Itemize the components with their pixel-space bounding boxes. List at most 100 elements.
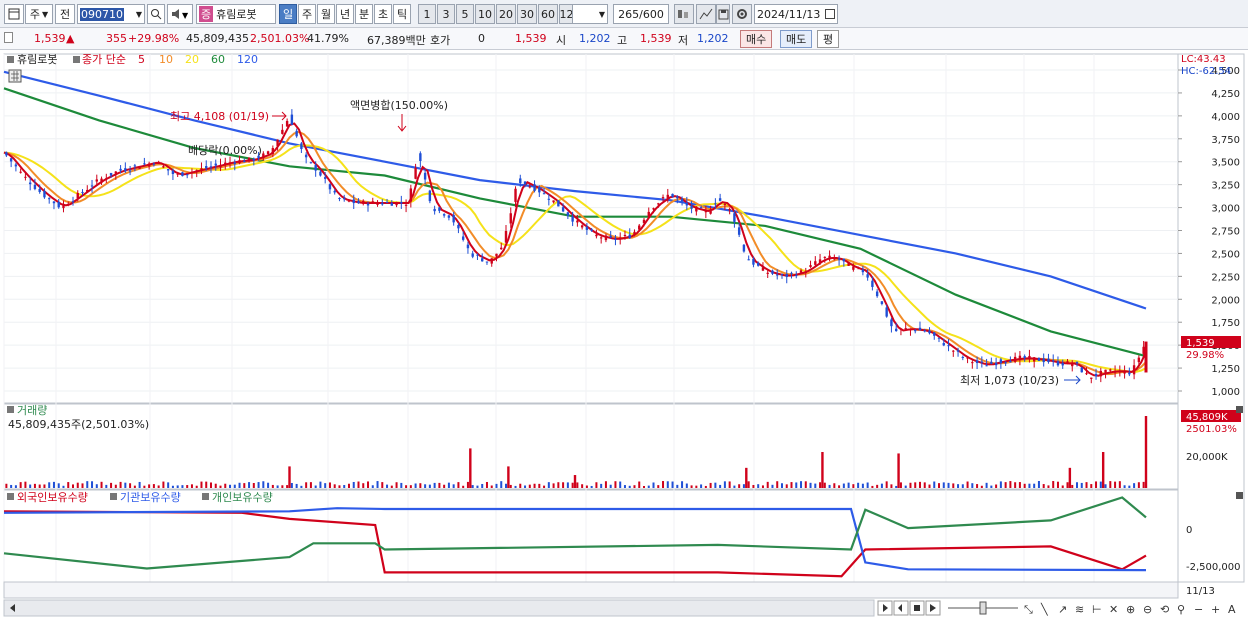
volume-bar (928, 484, 931, 488)
holding-legend-item[interactable]: 개인보유수량 (212, 491, 273, 504)
grid-toggle-icon[interactable] (8, 69, 22, 83)
draw-tool-icon[interactable] (696, 4, 716, 24)
holding-legend-item[interactable]: 기관보유수량 (120, 491, 181, 504)
volume-bar (1009, 481, 1012, 488)
interval-dropdown[interactable]: ▼ (572, 4, 608, 24)
sell-button[interactable]: 매도 (780, 30, 813, 48)
horizontal-scrollbar[interactable] (3, 599, 875, 617)
fib-tool-icon[interactable]: ≋ (1075, 603, 1084, 616)
sound-icon[interactable]: ▼ (167, 4, 193, 24)
volume-bar (167, 482, 170, 488)
stock-name-field[interactable]: 증 휴림로봇 (196, 4, 276, 24)
candle-body (433, 208, 436, 212)
interval-tab[interactable]: 60 (538, 4, 558, 24)
ma-legend-item[interactable]: 5 (138, 53, 145, 66)
prev-button[interactable]: 전 (55, 4, 75, 24)
crosshair-icon[interactable]: ⤡ (1024, 603, 1033, 616)
save-icon[interactable] (716, 4, 730, 24)
volume-bar (524, 485, 527, 488)
stock-code-input[interactable]: 090710 ▼ (77, 4, 145, 24)
search-icon[interactable]: ⚲ (1177, 603, 1185, 616)
candle-body (861, 269, 865, 273)
crosshair-icon[interactable] (674, 4, 694, 24)
period-tab[interactable]: 틱 (393, 4, 411, 24)
volume-bar (562, 482, 565, 488)
volume-bar (29, 484, 32, 488)
candle-body (24, 176, 27, 178)
period-select[interactable]: 주 ▼ (25, 4, 53, 24)
avg-button[interactable]: 평 (817, 30, 840, 48)
candle-body (961, 356, 965, 358)
zoom-slider-handle[interactable] (979, 601, 987, 615)
candle-body (728, 208, 731, 211)
volume-bar (1076, 482, 1079, 488)
hoga-value: 0 (478, 32, 485, 45)
collapse-icon[interactable] (1236, 406, 1243, 413)
collapse-icon[interactable] (1236, 492, 1243, 499)
erase-tool-icon[interactable]: ✕ (1109, 603, 1118, 616)
volume-bar (81, 483, 84, 488)
interval-tab[interactable]: 20 (496, 4, 516, 24)
candle-body (590, 229, 593, 231)
checkbox[interactable] (4, 32, 13, 43)
volume-bar (190, 484, 193, 488)
candle-body (1109, 369, 1112, 371)
hoga-price: 1,539 (515, 32, 547, 45)
ma-legend-item[interactable]: 10 (159, 53, 173, 66)
plus-icon[interactable]: + (1211, 603, 1220, 616)
measure-tool-icon[interactable]: ⊢ (1092, 603, 1102, 616)
open-label: 시 (556, 34, 567, 47)
data-count-field[interactable]: 265/600 (613, 4, 669, 24)
period-tab[interactable]: 주 (298, 4, 316, 24)
ma-legend-item[interactable]: 60 (211, 53, 225, 66)
volume-bar (638, 481, 641, 488)
candle-body (999, 359, 1003, 364)
volume-bar (1061, 485, 1064, 488)
chart-settings-icon[interactable] (4, 4, 24, 24)
search-icon[interactable] (147, 4, 165, 24)
chart-area[interactable]: 0 -2,500,000 4,500 4,250 4,000 3,750 3,500 3,2… (0, 50, 1248, 621)
candle-body (281, 129, 284, 134)
candle-body (871, 280, 874, 287)
gear-icon[interactable] (732, 4, 752, 24)
volume-bar (233, 484, 236, 488)
interval-tab[interactable]: 1 (418, 4, 436, 24)
zoom-out-icon[interactable]: ⊖ (1143, 603, 1152, 616)
candle-body (1104, 369, 1107, 373)
volume-bar (576, 482, 579, 488)
interval-tab[interactable]: 3 (437, 4, 455, 24)
candle-body (733, 213, 736, 222)
ma-legend-item[interactable]: 20 (185, 53, 199, 66)
holding-legend-item[interactable]: 외국인보유수량 (17, 491, 88, 504)
interval-tab[interactable]: 30 (517, 4, 537, 24)
line-tool-icon[interactable]: ╲ (1040, 602, 1049, 616)
buy-button[interactable]: 매수 (740, 30, 773, 48)
candle-body (67, 204, 70, 206)
candle-body (709, 210, 712, 214)
zoom-in-icon[interactable]: ⊕ (1126, 603, 1135, 616)
chevron-down-icon[interactable]: ▼ (136, 10, 142, 19)
period-tab[interactable]: 일 (279, 4, 297, 24)
minus-icon[interactable]: − (1194, 603, 1203, 616)
calendar-icon[interactable] (825, 9, 835, 19)
candle-body (343, 198, 346, 200)
volume-bar (966, 481, 969, 488)
date-field[interactable]: 2024/11/13 (754, 4, 838, 24)
volume-bar (395, 482, 398, 488)
volume-bar (819, 482, 822, 488)
interval-tab[interactable]: 5 (456, 4, 474, 24)
volume-bar (443, 484, 446, 488)
trend-tool-icon[interactable]: ↗ (1058, 603, 1067, 616)
volume-bar (76, 482, 79, 488)
font-size-icon[interactable]: A (1228, 603, 1236, 616)
ma-legend-item[interactable]: 120 (237, 53, 258, 66)
svg-text:45,809K: 45,809K (1186, 412, 1228, 423)
interval-tab[interactable]: 10 (475, 4, 495, 24)
volume-bar (152, 484, 155, 488)
period-tab[interactable]: 초 (374, 4, 392, 24)
period-tab[interactable]: 월 (317, 4, 335, 24)
stock-chart[interactable]: 0-2,500,000 4,5004,2504,0003,7503,5003,2… (0, 50, 1248, 621)
zoom-reset-icon[interactable]: ⟲ (1160, 603, 1169, 616)
period-tab[interactable]: 분 (355, 4, 373, 24)
period-tab[interactable]: 년 (336, 4, 354, 24)
